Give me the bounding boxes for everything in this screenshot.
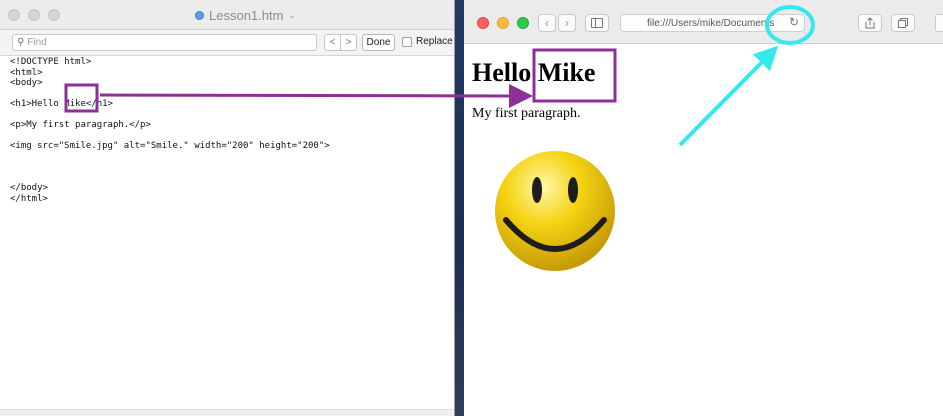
code-line: </html> [10, 193, 48, 204]
code-line: </body> [10, 183, 48, 193]
replace-label: Replace [416, 36, 453, 47]
share-icon [865, 17, 875, 29]
chevron-right-icon: › [565, 16, 569, 30]
show-tabs-button[interactable] [891, 14, 915, 32]
editor-bottom-bar [0, 409, 454, 416]
close-button[interactable] [477, 17, 489, 29]
chevron-down-icon[interactable]: ⌄ [288, 10, 296, 21]
find-bar: ⚲ < > Done Replace [0, 30, 454, 56]
search-icon[interactable]: ⚲ [17, 37, 24, 48]
minimize-button[interactable] [28, 9, 40, 21]
sidebar-button[interactable] [585, 14, 609, 32]
smiley-image [495, 151, 615, 271]
code-line: <p>My first paragraph.</p> [10, 120, 151, 130]
document-title-label: Lesson1.htm [209, 7, 284, 23]
back-button[interactable]: ‹ [538, 14, 556, 32]
find-previous-button[interactable]: < [325, 35, 340, 50]
tabs-icon [898, 18, 908, 28]
document-title[interactable]: Lesson1.htm ⌄ [195, 7, 296, 23]
share-button[interactable] [858, 14, 882, 32]
done-button[interactable]: Done [362, 34, 395, 51]
zoom-button[interactable] [48, 9, 60, 21]
code-line: <!DOCTYPE html> [10, 57, 92, 67]
zoom-button[interactable] [517, 17, 529, 29]
code-line: <body> [10, 78, 43, 88]
editor-window: Lesson1.htm ⌄ ⚲ < > Done Replace <!DOCTY… [0, 0, 455, 416]
page-paragraph: My first paragraph. [472, 106, 581, 121]
code-line-heading: <h1>Hello Mike</h1> [10, 99, 113, 109]
minimize-button[interactable] [497, 17, 509, 29]
replace-checkbox[interactable] [402, 36, 412, 47]
find-next-button[interactable]: > [340, 35, 356, 50]
add-tab-button[interactable] [935, 14, 943, 32]
find-field[interactable]: ⚲ [12, 34, 317, 51]
code-editor[interactable]: <!DOCTYPE html> <html> <body> <h1>Hello Mik… [10, 57, 330, 204]
page-heading: Hello Mike [472, 58, 596, 87]
find-navigation: < > [324, 34, 357, 51]
desktop-background [455, 0, 464, 416]
forward-button[interactable]: › [558, 14, 576, 32]
address-bar[interactable]: file:///Users/mike/Documents [620, 14, 805, 32]
editor-titlebar[interactable]: Lesson1.htm ⌄ [0, 0, 454, 30]
browser-window: ‹ › file:///Users/mike/Documents ↻ Hello… [464, 0, 943, 416]
chevron-left-icon: ‹ [545, 16, 549, 30]
url-text: file:///Users/mike/Documents [647, 18, 775, 29]
sidebar-icon [591, 18, 603, 28]
browser-toolbar: ‹ › file:///Users/mike/Documents ↻ [464, 0, 943, 44]
replace-toggle[interactable]: Replace [402, 36, 453, 47]
reload-icon[interactable]: ↻ [789, 16, 799, 28]
html-document-icon [195, 10, 204, 20]
code-line: <img src="Smile.jpg" alt="Smile." width=… [10, 141, 330, 151]
code-line: <html> [10, 67, 43, 78]
close-button[interactable] [8, 9, 20, 21]
find-input[interactable] [27, 37, 288, 48]
